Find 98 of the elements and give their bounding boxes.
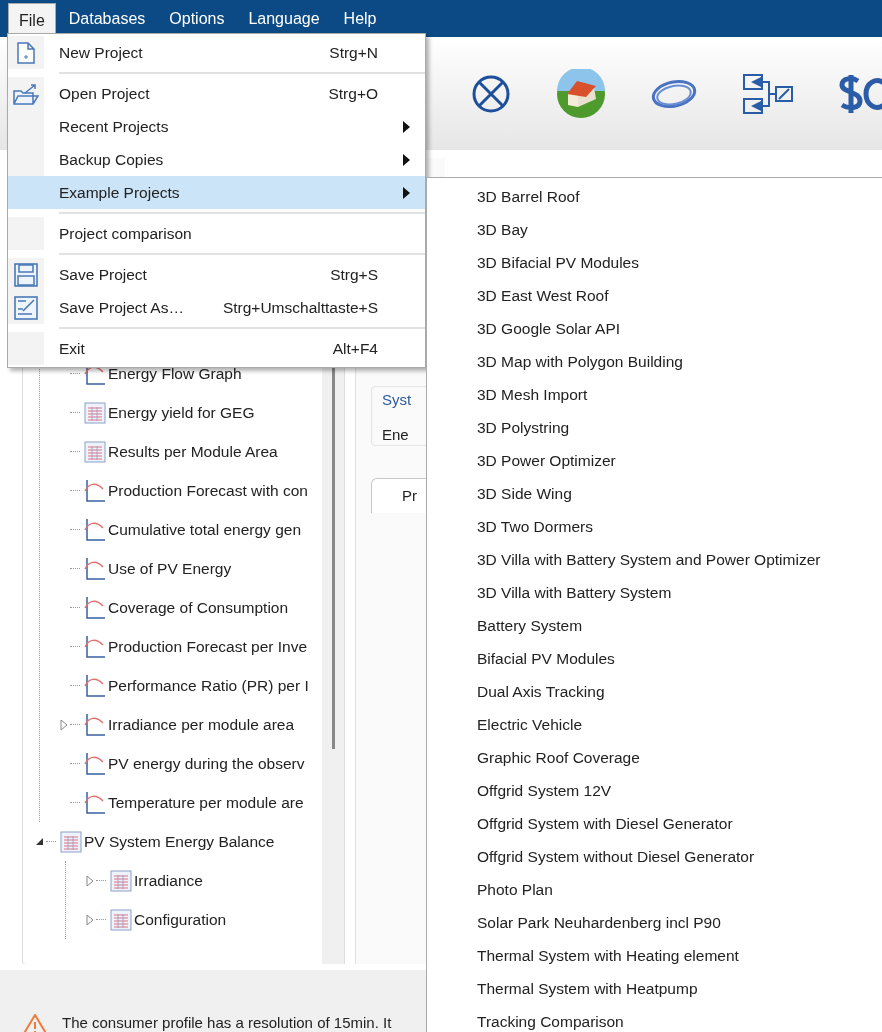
menu-item[interactable]: 3D Mesh Import — [477, 378, 882, 411]
menu-item[interactable]: 3D Polystring — [477, 411, 882, 444]
menu-label: Exit — [59, 338, 85, 359]
menu-item[interactable]: 3D East West Roof — [477, 279, 882, 312]
field-value: Ene — [382, 424, 410, 445]
tree-item[interactable]: PV System Energy Balance — [84, 829, 275, 854]
submenu-arrow-icon — [403, 153, 410, 166]
menu-item[interactable]: 3D Barrel Roof — [477, 180, 882, 213]
shortcut-label: Strg+S — [330, 264, 378, 285]
menu-item[interactable]: 3D Two Dormers — [477, 510, 882, 543]
expanded-icon[interactable] — [35, 837, 44, 846]
chart-icon — [84, 634, 106, 659]
menu-item[interactable]: Backup Copies — [8, 143, 425, 176]
menu-item[interactable]: 3D Villa with Battery System and Power Optimizer — [477, 543, 882, 576]
shortcut-label: Strg+N — [329, 42, 378, 63]
menu-item[interactable]: Databases — [57, 0, 157, 37]
group-title: Syst — [382, 390, 413, 410]
menu-item[interactable]: Save Project Strg+S — [8, 258, 425, 291]
chart-icon — [84, 478, 106, 503]
menu-item[interactable]: Save Project As… Strg+Umschalttaste+S — [8, 291, 425, 324]
menu-label: New Project — [59, 42, 143, 63]
collapsed-icon[interactable] — [60, 718, 68, 731]
menu-item[interactable]: Example Projects — [8, 176, 425, 209]
shortcut-label: Strg+O — [328, 83, 378, 104]
chart-icon — [84, 556, 106, 581]
tree-item[interactable]: Performance Ratio (PR) per I — [108, 673, 309, 698]
tree-item[interactable]: Results per Module Area — [108, 439, 278, 464]
warning-message: The consumer profile has a resolution of 15min. It — [62, 1014, 392, 1032]
menu-item[interactable]: Electric Vehicle — [477, 708, 882, 741]
menu-label: Recent Projects — [59, 116, 169, 137]
menu-label: Open Project — [59, 83, 150, 104]
menu-item[interactable]: New Project Strg+N — [8, 36, 425, 69]
tree-item[interactable]: Production Forecast per Inve — [108, 634, 308, 659]
menu-item[interactable]: Thermal System with Heating element — [477, 939, 882, 972]
menu-item[interactable]: Exit Alt+F4 — [8, 332, 425, 365]
open-folder-icon — [13, 82, 39, 105]
table-icon — [84, 440, 106, 463]
menu-item[interactable]: 3D Villa with Battery System — [477, 576, 882, 609]
save-icon — [14, 262, 38, 287]
chart-icon — [84, 517, 106, 542]
menu-label: Backup Copies — [59, 149, 164, 170]
menu-item[interactable]: Offgrid System with Diesel Generator — [477, 807, 882, 840]
house-icon[interactable] — [556, 68, 606, 119]
tree-item[interactable]: Irradiance — [134, 868, 203, 893]
menu-item[interactable]: Project comparison — [8, 217, 425, 250]
tree-item[interactable]: Use of PV Energy — [108, 556, 232, 581]
tree-item[interactable]: Temperature per module are — [108, 790, 304, 815]
menu-label: Save Project — [59, 264, 147, 285]
tree-item[interactable]: Coverage of Consumption — [108, 595, 289, 620]
chart-icon — [84, 673, 106, 698]
menu-item[interactable]: Offgrid System without Diesel Generator — [477, 840, 882, 873]
chart-icon — [84, 595, 106, 620]
tree-item[interactable]: Irradiance per module area — [108, 712, 295, 737]
menu-item[interactable]: Language — [237, 0, 331, 37]
menu-label: Example Projects — [59, 182, 180, 203]
menu-label: Project comparison — [59, 223, 192, 244]
shortcut-label: Alt+F4 — [332, 338, 378, 359]
menu-item[interactable]: 3D Side Wing — [477, 477, 882, 510]
menu-item[interactable]: Battery System — [477, 609, 882, 642]
table-icon — [60, 830, 82, 853]
menu-label: Save Project As… — [59, 297, 184, 318]
collapsed-icon[interactable] — [86, 874, 94, 887]
new-file-icon — [17, 41, 35, 64]
diagram-icon[interactable] — [742, 72, 794, 115]
menu-item[interactable]: Solar Park Neuhardenberg incl P90 — [477, 906, 882, 939]
menu-item[interactable]: Tracking Comparison — [477, 1005, 882, 1032]
menu-item[interactable]: Bifacial PV Modules — [477, 642, 882, 675]
menu-item[interactable]: Dual Axis Tracking — [477, 675, 882, 708]
submenu-arrow-icon — [403, 186, 410, 199]
table-icon — [110, 908, 132, 931]
warning-icon — [22, 1014, 48, 1032]
menu-item[interactable]: Options — [158, 0, 236, 37]
tree-item[interactable]: Production Forecast with con — [108, 478, 308, 503]
menu-item[interactable]: 3D Bay — [477, 213, 882, 246]
menu-item[interactable]: Help — [332, 0, 388, 37]
collapsed-icon[interactable] — [86, 913, 94, 926]
chart-icon — [84, 751, 106, 776]
tree-item[interactable]: Configuration — [134, 907, 227, 932]
tree-item[interactable]: Energy yield for GEG — [108, 400, 255, 425]
menu-item[interactable]: 3D Google Solar API — [477, 312, 882, 345]
tree-item[interactable]: Cumulative total energy gen — [108, 517, 301, 542]
menu-item[interactable]: 3D Power Optimizer — [477, 444, 882, 477]
save-as-icon — [14, 295, 38, 320]
menu-item[interactable]: 3D Map with Polygon Building — [477, 345, 882, 378]
submenu-arrow-icon — [403, 120, 410, 133]
chart-icon — [84, 712, 106, 737]
menu-item[interactable]: Graphic Roof Coverage — [477, 741, 882, 774]
menu-item[interactable]: Offgrid System 12V — [477, 774, 882, 807]
chart-icon — [84, 790, 106, 815]
menu-item[interactable]: Thermal System with Heatpump — [477, 972, 882, 1005]
menu-item[interactable]: Recent Projects — [8, 110, 425, 143]
menu-item[interactable]: 3D Bifacial PV Modules — [477, 246, 882, 279]
shortcut-label: Strg+Umschalttaste+S — [222, 297, 378, 318]
table-icon — [84, 401, 106, 424]
tree-item[interactable]: PV energy during the observ — [108, 751, 305, 776]
menu-item[interactable]: Photo Plan — [477, 873, 882, 906]
table-icon — [110, 869, 132, 892]
menu-item[interactable]: Open Project Strg+O — [8, 77, 425, 110]
